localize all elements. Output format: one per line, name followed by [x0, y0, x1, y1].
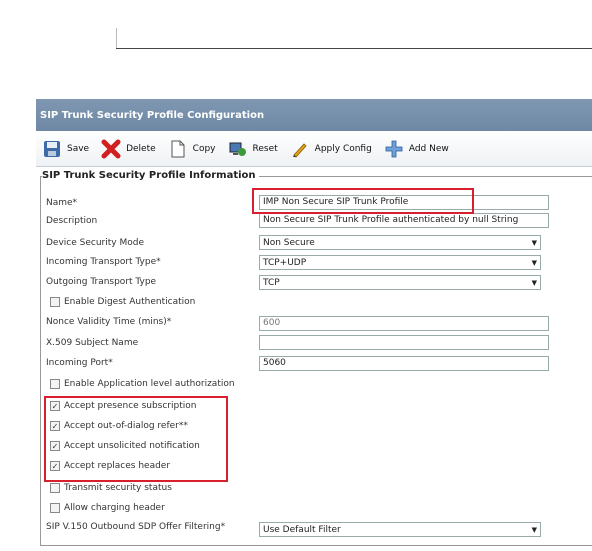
checkbox-box[interactable]: [50, 297, 60, 307]
apply-config-button[interactable]: Apply Config: [290, 139, 372, 159]
nonce-validity-time-input[interactable]: 600: [259, 316, 549, 331]
sdp-offer-filtering-row: SIP V.150 Outbound SDP Offer Filtering*: [46, 518, 260, 535]
incoming-port-row: Incoming Port*: [46, 354, 260, 371]
nonce-validity-time-label: Nonce Validity Time (mins)*: [46, 316, 172, 327]
outgoing-transport-type-row: Outgoing Transport Type: [46, 273, 260, 290]
accept-options-highlight-box: [44, 396, 228, 482]
x509-subject-name-label: X.509 Subject Name: [46, 337, 139, 348]
outgoing-transport-type-label: Outgoing Transport Type: [46, 276, 157, 287]
incoming-transport-type-label: Incoming Transport Type*: [46, 256, 161, 267]
section-title: SIP Trunk Security Profile Information: [42, 170, 259, 181]
allow-charging-header-checkbox[interactable]: Allow charging header: [50, 503, 165, 513]
top-divider: [116, 48, 592, 49]
device-security-mode-select[interactable]: Non Secure ▼: [259, 235, 541, 250]
x509-subject-name-input[interactable]: [259, 335, 549, 350]
delete-button[interactable]: Delete: [101, 139, 156, 159]
plus-icon: [384, 139, 404, 159]
dropdown-arrow-icon: ▼: [531, 258, 537, 267]
nonce-validity-time-row: Nonce Validity Time (mins)*: [46, 313, 260, 330]
x509-subject-name-row: X.509 Subject Name: [46, 334, 260, 351]
incoming-port-label: Incoming Port*: [46, 357, 113, 368]
name-row: Name*: [46, 194, 260, 211]
incoming-port-input[interactable]: 5060: [259, 356, 549, 371]
outgoing-transport-type-select[interactable]: TCP ▼: [259, 275, 541, 290]
dropdown-arrow-icon: ▼: [531, 278, 537, 287]
red-x-icon: [101, 139, 121, 159]
page-header: SIP Trunk Security Profile Configuration: [36, 99, 592, 131]
name-highlight-box: [252, 188, 474, 214]
sdp-offer-filtering-select[interactable]: Use Default Filter ▼: [259, 522, 541, 537]
enable-digest-auth-checkbox[interactable]: Enable Digest Authentication: [50, 297, 195, 307]
description-label: Description: [46, 215, 98, 226]
checkbox-box[interactable]: [50, 379, 60, 389]
reset-button[interactable]: Reset: [228, 139, 278, 159]
dropdown-arrow-icon: ▼: [531, 525, 537, 534]
incoming-transport-type-select[interactable]: TCP+UDP ▼: [259, 255, 541, 270]
copy-button[interactable]: Copy: [168, 139, 216, 159]
description-input[interactable]: Non Secure SIP Trunk Profile authenticat…: [259, 213, 549, 228]
add-new-button[interactable]: Add New: [384, 139, 449, 159]
reset-computer-icon: [228, 139, 248, 159]
checkbox-box[interactable]: [50, 503, 60, 513]
document-copy-icon: [168, 139, 188, 159]
floppy-disk-icon: [42, 139, 62, 159]
save-button[interactable]: Save: [42, 139, 89, 159]
top-divider-tick: [116, 28, 117, 48]
device-security-mode-label: Device Security Mode: [46, 237, 144, 248]
device-security-mode-row: Device Security Mode: [46, 234, 260, 251]
sdp-offer-filtering-label: SIP V.150 Outbound SDP Offer Filtering*: [46, 521, 226, 532]
checkbox-box[interactable]: [50, 483, 60, 493]
enable-app-level-auth-checkbox[interactable]: Enable Application level authorization: [50, 379, 235, 389]
transmit-security-status-checkbox[interactable]: Transmit security status: [50, 483, 172, 493]
description-row: Description: [46, 212, 260, 229]
toolbar: Save Delete Copy Reset Apply Config Add …: [36, 131, 592, 167]
incoming-transport-type-row: Incoming Transport Type*: [46, 253, 260, 270]
page-title: SIP Trunk Security Profile Configuration: [40, 109, 265, 121]
name-label: Name*: [46, 197, 78, 208]
dropdown-arrow-icon: ▼: [531, 238, 537, 247]
pencil-icon: [290, 139, 310, 159]
